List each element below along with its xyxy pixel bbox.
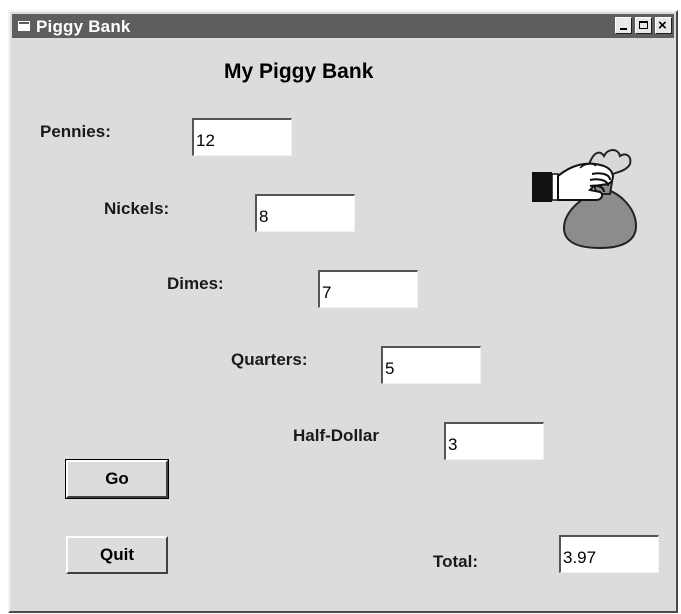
go-button[interactable]: Go — [65, 459, 169, 499]
page-title: My Piggy Bank — [224, 60, 374, 83]
minimize-button[interactable] — [615, 17, 632, 34]
nickels-label: Nickels: — [104, 199, 170, 218]
half-dollar-label: Half-Dollar — [293, 426, 379, 445]
half-dollar-input[interactable] — [444, 422, 544, 460]
dimes-label: Dimes: — [167, 274, 224, 293]
pennies-input[interactable] — [192, 118, 292, 156]
title-bar[interactable]: Piggy Bank × — [12, 14, 674, 38]
total-label: Total: — [433, 552, 479, 571]
pennies-label: Pennies: — [40, 122, 111, 141]
dimes-input[interactable] — [318, 270, 418, 308]
close-button[interactable]: × — [655, 17, 672, 34]
app-window-icon — [18, 21, 30, 31]
quit-button[interactable]: Quit — [66, 536, 168, 574]
quarters-input[interactable] — [381, 346, 481, 384]
maximize-icon — [639, 21, 648, 29]
window-title: Piggy Bank — [36, 17, 131, 36]
quarters-label: Quarters: — [231, 350, 308, 369]
piggy-bank-window: Piggy Bank × My Piggy Bank Pennies: Nick… — [8, 10, 678, 613]
close-icon: × — [658, 17, 667, 34]
minimize-icon — [620, 28, 627, 30]
maximize-button[interactable] — [635, 17, 652, 34]
nickels-input[interactable] — [255, 194, 355, 232]
total-output[interactable] — [559, 535, 659, 573]
money-bag-icon — [532, 149, 638, 250]
